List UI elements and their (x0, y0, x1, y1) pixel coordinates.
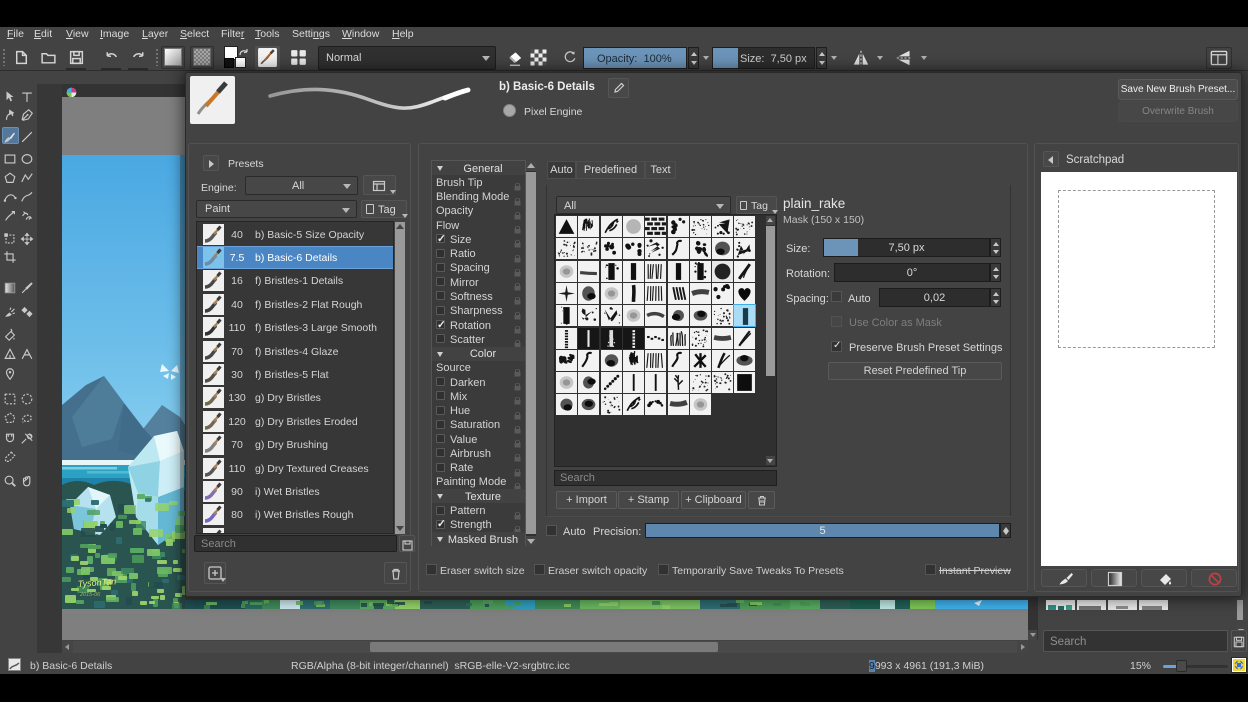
svg-text:2015-06: 2015-06 (79, 592, 101, 598)
